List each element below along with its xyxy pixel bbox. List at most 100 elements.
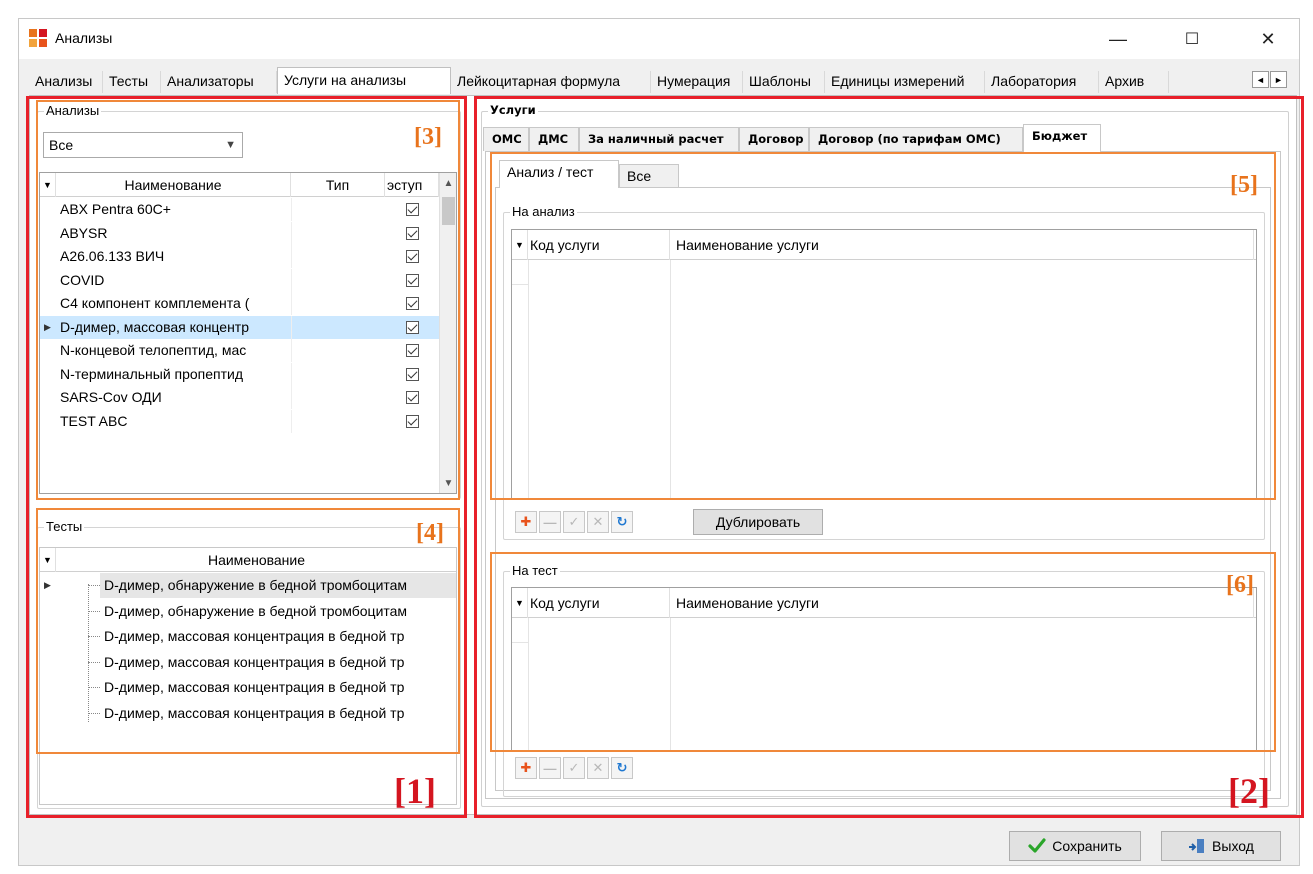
- analyses-grid: ▼ Наименование Тип эступ ABX Pentra 60C+…: [39, 172, 457, 494]
- remove-button[interactable]: —: [539, 511, 561, 533]
- tab-7[interactable]: Шаблоны: [743, 71, 825, 93]
- tab-9[interactable]: Лаборатория: [985, 71, 1099, 93]
- duplicate-button[interactable]: Дублировать: [693, 509, 823, 535]
- column-header-type[interactable]: Тип: [291, 173, 385, 197]
- cancel-button[interactable]: ✕: [587, 757, 609, 779]
- scrollbar-thumb[interactable]: [442, 197, 455, 225]
- column-header-name[interactable]: Наименование: [56, 173, 291, 197]
- add-button[interactable]: ✚: [515, 757, 537, 779]
- column-menu-icon[interactable]: ▼: [40, 548, 56, 572]
- column-header-test-name[interactable]: Наименование: [56, 548, 456, 572]
- table-row[interactable]: N-терминальный пропептид: [40, 362, 439, 386]
- current-row-indicator-icon: ▶: [44, 321, 51, 332]
- list-item[interactable]: D-димер, обнаружение в бедной тромбоцита…: [40, 599, 456, 624]
- window-title: Анализы: [55, 30, 113, 46]
- chevron-down-icon: ▼: [225, 139, 236, 151]
- analyses-filter-combo[interactable]: Все ▼: [43, 132, 243, 158]
- add-button[interactable]: ✚: [515, 511, 537, 533]
- payment-tab-4[interactable]: Договор: [739, 127, 809, 151]
- table-row[interactable]: COVID: [40, 268, 439, 292]
- payment-tab-2[interactable]: ДМС: [529, 127, 579, 151]
- tab-10[interactable]: Архив: [1099, 71, 1169, 93]
- analysis-name: ABX Pentra 60C+: [60, 201, 171, 217]
- tab-8[interactable]: Единицы измерений: [825, 71, 985, 93]
- scroll-down-icon[interactable]: ▼: [440, 475, 456, 492]
- table-row[interactable]: C4 компонент комплемента (: [40, 292, 439, 315]
- tab-2[interactable]: Тесты: [103, 71, 161, 93]
- table-row[interactable]: SARS-Cov ОДИ: [40, 386, 439, 409]
- available-checkbox[interactable]: [406, 273, 419, 287]
- tab-4[interactable]: Услуги на анализы: [277, 67, 451, 94]
- apply-button[interactable]: ✓: [563, 757, 585, 779]
- list-item[interactable]: D-димер, массовая концентрация в бедной …: [40, 650, 456, 675]
- tab-scroll-right-button[interactable]: ►: [1270, 71, 1287, 88]
- exit-button[interactable]: Выход: [1161, 831, 1281, 861]
- save-button[interactable]: Сохранить: [1009, 831, 1141, 861]
- tab-5[interactable]: Лейкоцитарная формула: [451, 71, 651, 93]
- remove-icon: —: [543, 760, 557, 776]
- tree-connector: [88, 585, 100, 586]
- title-bar: Анализы — ☐ ✕: [19, 19, 1299, 59]
- current-row-indicator-icon: ▶: [44, 580, 51, 590]
- tree-connector: [88, 636, 100, 637]
- column-menu-icon[interactable]: ▼: [512, 230, 528, 260]
- column-header-available[interactable]: эступ: [385, 173, 439, 197]
- table-row[interactable]: TEST ABC: [40, 409, 439, 433]
- list-item[interactable]: D-димер, массовая концентрация в бедной …: [40, 675, 456, 700]
- available-checkbox[interactable]: [406, 367, 419, 381]
- exit-label: Выход: [1212, 838, 1254, 854]
- payment-tab-5[interactable]: Договор (по тарифам ОМС): [809, 127, 1023, 151]
- table-row[interactable]: N-концевой телопептид, мас: [40, 339, 439, 362]
- available-checkbox[interactable]: [406, 414, 419, 428]
- available-checkbox[interactable]: [406, 391, 419, 404]
- remove-button[interactable]: —: [539, 757, 561, 779]
- available-checkbox[interactable]: [406, 250, 419, 263]
- column-header-service-code[interactable]: Код услуги: [528, 230, 670, 260]
- maximize-button[interactable]: ☐: [1169, 19, 1215, 59]
- analysis-name: N-терминальный пропептид: [60, 365, 244, 382]
- column-header-service-code[interactable]: Код услуги: [528, 588, 670, 618]
- refresh-button[interactable]: ↻: [611, 511, 633, 533]
- column-menu-icon[interactable]: ▼: [512, 588, 528, 618]
- tree-connector: [88, 712, 100, 714]
- scroll-up-icon[interactable]: ▲: [440, 175, 456, 192]
- tab-scroll-left-button[interactable]: ◄: [1252, 71, 1269, 88]
- on-analysis-grid-header: ▼ Код услуги Наименование услуги: [512, 230, 1256, 260]
- close-button[interactable]: ✕: [1245, 19, 1291, 59]
- available-checkbox[interactable]: [406, 320, 419, 334]
- available-checkbox[interactable]: [406, 344, 419, 357]
- services-legend: Услуги: [488, 103, 538, 117]
- inner-tab-1[interactable]: Анализ / тест: [499, 160, 619, 188]
- analyses-grid-header: ▼ Наименование Тип эступ: [40, 173, 456, 197]
- analysis-type: [291, 410, 385, 433]
- column-header-service-name[interactable]: Наименование услуги: [670, 588, 1254, 618]
- inner-tab-2[interactable]: Все: [619, 164, 679, 188]
- table-row[interactable]: A26.06.133 ВИЧ: [40, 245, 439, 268]
- refresh-button[interactable]: ↻: [611, 757, 633, 779]
- tests-legend: Тесты: [44, 519, 85, 534]
- apply-button[interactable]: ✓: [563, 511, 585, 533]
- tab-6[interactable]: Нумерация: [651, 71, 743, 93]
- tab-3[interactable]: Анализаторы: [161, 71, 277, 93]
- available-checkbox[interactable]: [406, 297, 419, 310]
- list-item[interactable]: D-димер, массовая концентрация в бедной …: [40, 624, 456, 649]
- cancel-button[interactable]: ✕: [587, 511, 609, 533]
- column-header-service-name[interactable]: Наименование услуги: [670, 230, 1254, 260]
- list-item[interactable]: D-димер, массовая концентрация в бедной …: [40, 701, 456, 726]
- column-menu-icon[interactable]: ▼: [40, 173, 56, 197]
- payment-tab-6[interactable]: Бюджет: [1023, 124, 1101, 152]
- table-row[interactable]: ABX Pentra 60C+: [40, 198, 439, 221]
- available-checkbox[interactable]: [406, 226, 419, 240]
- table-row[interactable]: ABYSR: [40, 221, 439, 245]
- table-row[interactable]: ▶ D-димер, массовая концентр: [40, 315, 439, 339]
- available-checkbox[interactable]: [406, 203, 419, 216]
- minimize-button[interactable]: —: [1095, 19, 1141, 59]
- remove-icon: —: [543, 514, 557, 530]
- tab-1[interactable]: Анализы: [29, 71, 103, 93]
- app-icon: [29, 29, 47, 47]
- analysis-name: SARS-Cov ОДИ: [60, 389, 162, 405]
- payment-tab-3[interactable]: За наличный расчет: [579, 127, 739, 151]
- analyses-scrollbar[interactable]: ▲ ▼: [439, 173, 456, 493]
- payment-tab-1[interactable]: ОМС: [483, 127, 529, 151]
- list-item[interactable]: ▶ D-димер, обнаружение в бедной тромбоцит…: [40, 573, 456, 598]
